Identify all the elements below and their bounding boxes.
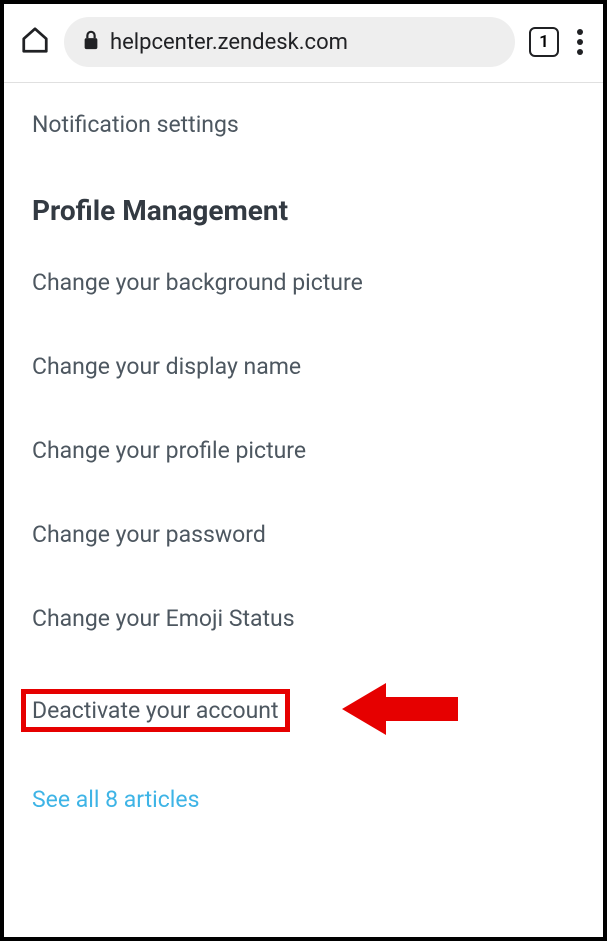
page-content: Notification settings Profile Management… xyxy=(4,83,603,813)
article-link-profile-picture[interactable]: Change your profile picture xyxy=(32,437,575,464)
kebab-menu-icon[interactable] xyxy=(573,25,587,59)
see-all-articles-link[interactable]: See all 8 articles xyxy=(32,786,575,813)
section-heading-profile-management: Profile Management xyxy=(32,194,575,227)
article-link-emoji-status[interactable]: Change your Emoji Status xyxy=(32,605,575,632)
tab-count-number: 1 xyxy=(539,32,549,52)
address-bar[interactable]: helpcenter.zendesk.com xyxy=(64,17,515,67)
highlight-box: Deactivate your account xyxy=(21,689,290,732)
callout-arrow-icon xyxy=(342,679,462,743)
article-link-deactivate-account[interactable]: Deactivate your account xyxy=(32,697,279,724)
browser-toolbar: helpcenter.zendesk.com 1 xyxy=(4,4,603,80)
article-list: Change your background picture Change yo… xyxy=(32,269,575,732)
article-link-password[interactable]: Change your password xyxy=(32,521,575,548)
article-link-display-name[interactable]: Change your display name xyxy=(32,353,575,380)
tab-switcher[interactable]: 1 xyxy=(529,27,559,57)
article-link-notification-settings[interactable]: Notification settings xyxy=(32,111,575,138)
url-text: helpcenter.zendesk.com xyxy=(110,30,348,55)
lock-icon xyxy=(82,30,100,54)
home-icon[interactable] xyxy=(20,25,50,59)
article-link-background-picture[interactable]: Change your background picture xyxy=(32,269,575,296)
